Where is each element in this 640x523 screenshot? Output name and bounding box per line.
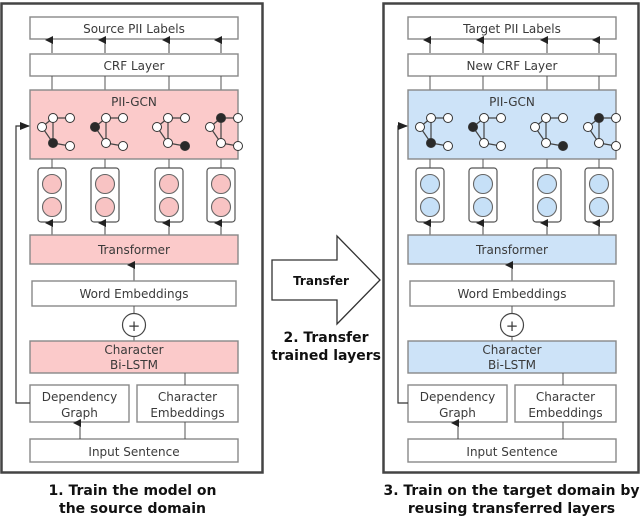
hidden-unit-node [210, 173, 232, 195]
graph-node [118, 141, 128, 151]
graph-node-highlighted [216, 113, 226, 123]
graph-node [594, 138, 604, 148]
crf-layer-text: CRF Layer [104, 59, 165, 73]
panel-caption-line2: the source domain [59, 501, 206, 517]
dependency-line1: Dependency [420, 390, 496, 404]
transfer-arrow-label: Transfer [293, 274, 349, 288]
graph-node [611, 113, 621, 123]
hidden-unit-node [536, 173, 558, 195]
hidden-unit-node [588, 196, 610, 218]
dependency-line1: Dependency [42, 390, 118, 404]
graph-node [443, 141, 453, 151]
graph-node [611, 141, 621, 151]
graph-node [163, 138, 173, 148]
panel-caption-line1: 3. Train on the target domain by [383, 483, 639, 499]
graph-node [205, 122, 215, 132]
graph-node [530, 122, 540, 132]
graph-node-highlighted [594, 113, 604, 123]
char-embeddings-line1: Character [158, 390, 217, 404]
graph-node [479, 138, 489, 148]
graph-node [101, 138, 111, 148]
panel-caption-line1: 1. Train the model on [49, 483, 217, 499]
char-bilstm-line1: Character [104, 343, 163, 357]
pii-gcn-title: PII-GCN [489, 95, 535, 109]
pii-gcn-title: PII-GCN [111, 95, 157, 109]
graph-node [37, 122, 47, 132]
concat-plus-sign: + [506, 317, 519, 335]
hidden-unit-node [94, 196, 116, 218]
graph-node-highlighted [48, 138, 58, 148]
graph-node [48, 113, 58, 123]
transformer-text: Transformer [475, 243, 548, 257]
char-bilstm-line2: Bi-LSTM [110, 358, 158, 372]
graph-node [426, 113, 436, 123]
dependency-line2: Graph [61, 406, 98, 420]
graph-node [233, 141, 243, 151]
graph-node [443, 113, 453, 123]
hidden-unit-node [41, 196, 63, 218]
char-embeddings-line2: Embeddings [150, 406, 224, 420]
graph-node [101, 113, 111, 123]
graph-node [541, 138, 551, 148]
panel-caption-line2: reusing transferred layers [408, 501, 615, 517]
graph-node-highlighted [426, 138, 436, 148]
char-bilstm-line2: Bi-LSTM [488, 358, 536, 372]
word-embeddings-text: Word Embeddings [458, 287, 567, 301]
graph-node [152, 122, 162, 132]
graph-node [233, 113, 243, 123]
char-embeddings-line1: Character [536, 390, 595, 404]
graph-node [583, 122, 593, 132]
crf-layer-text: New CRF Layer [467, 59, 558, 73]
char-bilstm-line1: Character [482, 343, 541, 357]
transfer-arrow: Transfer 2. Transfer trained layers [271, 234, 381, 364]
hidden-unit-node [158, 173, 180, 195]
hidden-unit-node [536, 196, 558, 218]
graph-node-highlighted [180, 141, 190, 151]
graph-node [496, 141, 506, 151]
hidden-unit-node [158, 196, 180, 218]
graph-node [65, 141, 75, 151]
source-panel: Source PII Labels CRF Layer PII-GCN Transfo… [0, 2, 264, 517]
char-embeddings-line2: Embeddings [528, 406, 602, 420]
graph-node [415, 122, 425, 132]
word-embeddings-text: Word Embeddings [80, 287, 189, 301]
transformer-text: Transformer [97, 243, 170, 257]
pii-labels-text: Target PII Labels [462, 22, 561, 36]
graph-node [180, 113, 190, 123]
graph-node [541, 113, 551, 123]
concat-plus-sign: + [128, 317, 141, 335]
graph-node [163, 113, 173, 123]
graph-node [118, 113, 128, 123]
input-sentence-text: Input Sentence [88, 445, 179, 459]
graph-node [65, 113, 75, 123]
input-sentence-text: Input Sentence [466, 445, 557, 459]
hidden-unit-node [41, 173, 63, 195]
graph-node-highlighted [558, 141, 568, 151]
target-panel: Target PII Labels New CRF Layer PII-GCN Tra… [382, 2, 640, 517]
transfer-learning-diagram: Source PII Labels CRF Layer PII-GCN Transfo… [0, 2, 640, 517]
hidden-unit-node [472, 196, 494, 218]
hidden-unit-node [472, 173, 494, 195]
graph-node [558, 113, 568, 123]
dependency-line2: Graph [439, 406, 476, 420]
hidden-unit-node [419, 173, 441, 195]
graph-node [479, 113, 489, 123]
hidden-unit-node [419, 196, 441, 218]
graph-node [216, 138, 226, 148]
hidden-unit-node [94, 173, 116, 195]
hidden-unit-node [588, 173, 610, 195]
graph-node [496, 113, 506, 123]
transfer-caption-line2: trained layers [271, 348, 381, 364]
transfer-caption-line1: 2. Transfer [283, 330, 368, 346]
hidden-unit-node [210, 196, 232, 218]
graph-node-highlighted [90, 122, 100, 132]
pii-labels-text: Source PII Labels [83, 22, 185, 36]
graph-node-highlighted [468, 122, 478, 132]
